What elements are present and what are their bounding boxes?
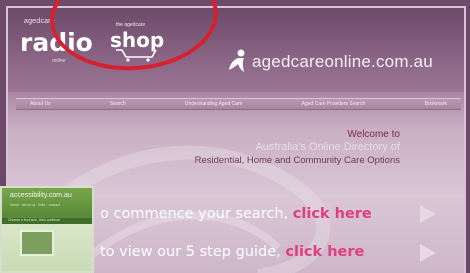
person-logo-icon — [229, 49, 245, 72]
site-logo-text: agedcareonline.com.au — [252, 52, 433, 71]
cta-search: o commence your search, click here — [100, 206, 372, 222]
cta-search-link[interactable]: click here — [293, 206, 372, 222]
cta-search-text: o commence your search, — [100, 206, 289, 222]
radio-logo-sub-text: online — [52, 58, 66, 64]
welcome-line-2: Australia's Online Directory of — [255, 141, 400, 153]
cta-guide-link[interactable]: click here — [285, 244, 364, 260]
cta-search-arrow-icon[interactable] — [420, 205, 436, 223]
welcome-block: Welcome to Australia's Online Directory … — [195, 128, 400, 167]
site-logo[interactable]: agedcareonline.com.au — [226, 48, 433, 76]
welcome-line-1: Welcome to — [347, 129, 400, 140]
welcome-line-3: Residential, Home and Community Care Opt… — [194, 155, 400, 166]
nav-item-understanding-aged-care[interactable]: Understanding Aged Care — [185, 101, 243, 107]
thumbnail-header: accessibility.com.au home · about us · l… — [2, 188, 92, 216]
cta-guide-text: to view our 5 step guide, — [100, 244, 281, 260]
nav-item-providers-search[interactable]: Aged Care Providers Search — [302, 101, 366, 107]
nav-item-bookmark[interactable]: Bookmark — [424, 101, 447, 107]
thumbnail-bar-text: Choose a font size, then continue — [8, 218, 60, 222]
thumbnail-subtitle: home · about us · links · contact — [10, 203, 60, 207]
thumbnail-title: accessibility.com.au — [10, 192, 72, 199]
thumbnail-image — [20, 230, 54, 256]
cta-guide-arrow-icon[interactable] — [420, 244, 436, 262]
nav-item-search[interactable]: Search — [110, 101, 126, 107]
nav-item-about-us[interactable]: About Us — [30, 101, 51, 107]
accessibility-thumbnail[interactable]: accessibility.com.au home · about us · l… — [0, 186, 94, 273]
cta-guide: to view our 5 step guide, click here — [100, 244, 364, 260]
